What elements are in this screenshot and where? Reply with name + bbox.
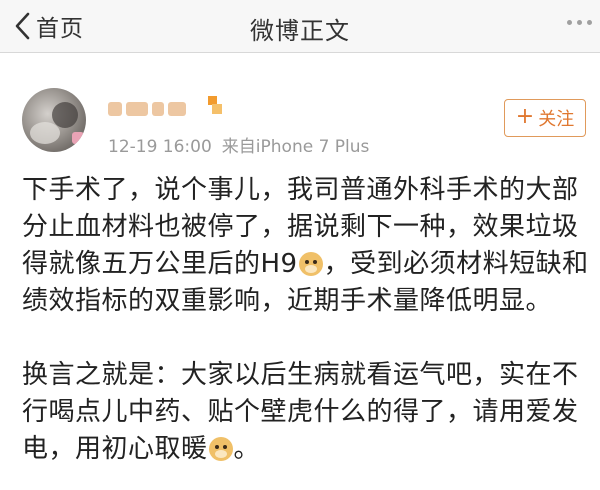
post-body: 下手术了，说个事儿，我司普通外科手术的大部分止血材料也被停了，据说剩下一种，效果… xyxy=(22,172,592,468)
vip-badge-icon xyxy=(208,96,222,114)
post-paragraph: 换言之就是：大家以后生病就看运气吧，实在不行喝点儿中药、贴个壁虎什么的得了，请用… xyxy=(22,357,592,468)
page-title: 微博正文 xyxy=(250,17,350,45)
top-navigation-bar: 首页 微博正文 xyxy=(0,0,600,53)
doge-emoji-icon xyxy=(208,437,233,461)
section-gap xyxy=(0,53,600,83)
more-options-icon[interactable] xyxy=(567,20,592,25)
doge-emoji-icon xyxy=(298,252,323,276)
post-meta: 12-19 16:00 来自iPhone 7 Plus xyxy=(108,132,369,157)
plus-icon: + xyxy=(515,104,535,129)
post-timestamp: 12-19 16:00 xyxy=(108,137,212,157)
avatar[interactable] xyxy=(22,88,86,152)
post-source: 来自iPhone 7 Plus xyxy=(221,137,370,157)
blurred-username[interactable] xyxy=(108,100,198,118)
follow-label: 关注 xyxy=(538,109,575,130)
follow-button[interactable]: + 关注 xyxy=(504,99,586,137)
post-text: 。 xyxy=(233,434,261,464)
weibo-post-page: 首页 微博正文 12-19 16:00 来自iPhone 7 Plus + 关注 … xyxy=(0,0,600,490)
post-text: 换言之就是：大家以后生病就看运气吧，实在不行喝点儿中药、贴个壁虎什么的得了，请用… xyxy=(22,360,579,464)
post-paragraph: 下手术了，说个事儿，我司普通外科手术的大部分止血材料也被停了，据说剩下一种，效果… xyxy=(22,172,592,320)
